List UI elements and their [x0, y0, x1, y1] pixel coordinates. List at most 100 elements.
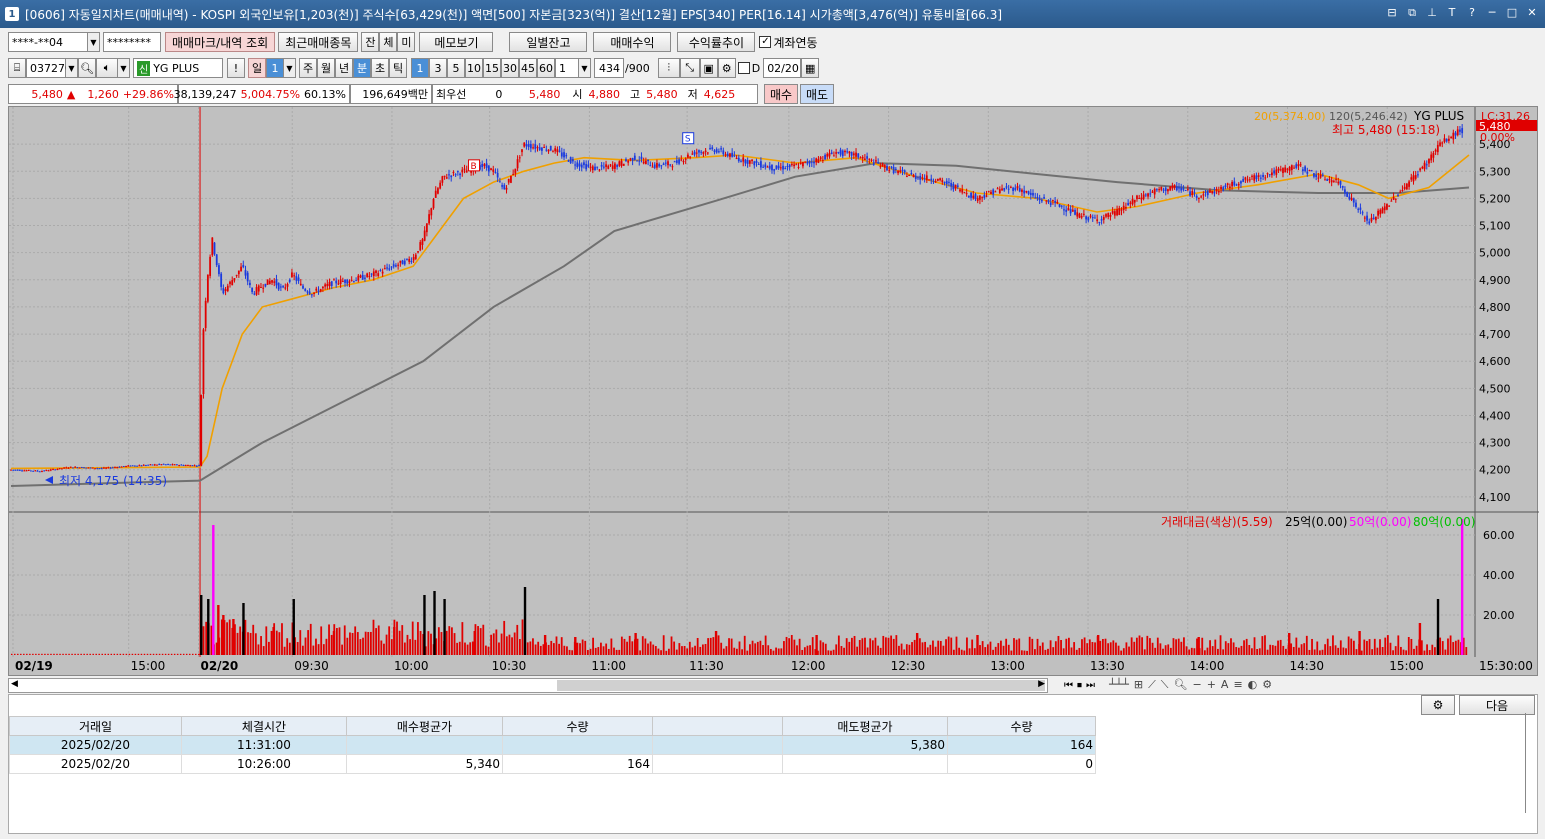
- stock-code-input[interactable]: 037270: [26, 58, 72, 78]
- code-dropdown-icon[interactable]: ▼: [66, 58, 78, 78]
- close-icon[interactable]: ✕: [1525, 6, 1539, 20]
- scroll-thumb[interactable]: [557, 679, 1045, 691]
- volume-bar: [1420, 640, 1423, 655]
- speaker-dropdown-icon[interactable]: ▼: [118, 58, 130, 78]
- line-tool-icon[interactable]: ⟋: [1148, 678, 1156, 692]
- table-settings-icon[interactable]: ⚙: [1421, 695, 1455, 715]
- interval-10-button[interactable]: 10: [465, 58, 483, 78]
- interval-15-button[interactable]: 15: [483, 58, 501, 78]
- period-year-button[interactable]: 년: [335, 58, 353, 78]
- trade-profit-button[interactable]: 매매수익: [593, 32, 672, 52]
- period-second-button[interactable]: 초: [371, 58, 389, 78]
- date-input[interactable]: 02/20: [763, 58, 802, 78]
- candle-body: [392, 264, 395, 267]
- account-input[interactable]: ****-**04: [8, 32, 88, 52]
- memo-button[interactable]: 메모보기: [419, 32, 494, 52]
- interval-3-button[interactable]: 3: [429, 58, 447, 78]
- volume-bar: [819, 640, 822, 655]
- day-dropdown-icon[interactable]: ▼: [284, 58, 296, 78]
- layout-icon[interactable]: ⊞: [1134, 678, 1143, 692]
- next-button[interactable]: 다음: [1459, 695, 1535, 715]
- chart-area[interactable]: 5,400 5,300 5,200 5,100 5,000 4,900 4,800 4,700…: [8, 106, 1539, 677]
- sell-button[interactable]: 매도: [800, 84, 834, 104]
- volume-bar: [884, 637, 887, 655]
- table-row[interactable]: 2025/02/20 11:31:00 5,380 164: [9, 735, 1096, 755]
- trend-tool-icon[interactable]: ⟍: [1161, 678, 1169, 692]
- candle-body: [1386, 204, 1388, 210]
- candle-body: [34, 470, 37, 472]
- code-search-icon[interactable]: ⌸: [8, 58, 26, 78]
- col-header[interactable]: 매수평균가: [346, 716, 503, 736]
- ruler-icon[interactable]: ┴┴┴: [1109, 678, 1129, 692]
- scroll-right-icon[interactable]: ▶: [1038, 679, 1045, 689]
- fast-forward-icon[interactable]: ⏭: [1086, 680, 1095, 691]
- buy-button[interactable]: 매수: [764, 84, 798, 104]
- col-header[interactable]: 매도평균가: [782, 716, 948, 736]
- search-icon[interactable]: 🔍︎: [78, 58, 96, 78]
- text-tool-icon[interactable]: A: [1221, 678, 1229, 692]
- zoom-icon[interactable]: 🔍︎: [1174, 678, 1188, 692]
- drawing-tool-icon[interactable]: ⤡: [679, 58, 700, 78]
- chart-scrollbar[interactable]: ◀ ▶: [8, 677, 1048, 693]
- account-dropdown-icon[interactable]: ▼: [88, 32, 100, 52]
- restore-layout-icon[interactable]: ⊟: [1385, 6, 1399, 20]
- pin-icon[interactable]: ⊥: [1425, 6, 1439, 20]
- balance-button[interactable]: 잔: [361, 32, 380, 52]
- col-header[interactable]: 수량: [947, 716, 1096, 736]
- indicator-icon[interactable]: ⫶: [657, 58, 680, 78]
- table-scrollbar[interactable]: [1525, 713, 1533, 813]
- help-icon[interactable]: ?: [1465, 6, 1479, 20]
- save-icon[interactable]: ▣: [699, 58, 718, 78]
- scroll-left-icon[interactable]: ◀: [11, 679, 18, 689]
- config-icon[interactable]: ⚙: [1262, 678, 1272, 692]
- col-header[interactable]: 거래일: [9, 716, 182, 736]
- crosshair-icon[interactable]: +: [1207, 678, 1216, 692]
- password-input[interactable]: ********: [103, 32, 161, 52]
- interval-5-button[interactable]: 5: [447, 58, 465, 78]
- unexecuted-button[interactable]: 미: [397, 32, 416, 52]
- col-header[interactable]: 수량: [502, 716, 653, 736]
- calendar-icon[interactable]: ▦: [801, 58, 820, 78]
- rewind-icon[interactable]: ⏮: [1064, 680, 1073, 691]
- volume-bar: [639, 650, 642, 655]
- interval-1-button[interactable]: 1: [411, 58, 429, 78]
- minimize-icon[interactable]: ─: [1485, 6, 1499, 20]
- fibonacci-icon[interactable]: ≡: [1233, 678, 1242, 692]
- volume-bar: [403, 642, 406, 655]
- speaker-icon[interactable]: 🔈︎: [96, 58, 118, 78]
- interval-count-input[interactable]: 1: [555, 58, 579, 78]
- table-row[interactable]: 2025/02/20 10:26:00 5,340 164 0: [9, 754, 1096, 774]
- col-header[interactable]: 체결시간: [181, 716, 347, 736]
- mark-query-button[interactable]: 매매마크/내역 조회: [165, 32, 276, 52]
- settings-gear-icon[interactable]: ⚙: [717, 58, 736, 78]
- col-header[interactable]: [652, 716, 783, 736]
- zoom-out-icon[interactable]: −: [1192, 678, 1201, 692]
- interval-45-button[interactable]: 45: [519, 58, 537, 78]
- period-day-button[interactable]: 일: [248, 58, 266, 78]
- stock-legend: YG PLUS: [1413, 109, 1464, 123]
- recent-trades-button[interactable]: 최근매매종목: [278, 32, 359, 52]
- volume-bar: [822, 642, 825, 655]
- interval-30-button[interactable]: 30: [501, 58, 519, 78]
- copy-icon[interactable]: ⧉: [1405, 6, 1419, 20]
- executed-button[interactable]: 체: [379, 32, 398, 52]
- day-count-button[interactable]: 1: [266, 58, 284, 78]
- maximize-icon[interactable]: □: [1505, 6, 1519, 20]
- alert-button[interactable]: !: [227, 58, 245, 78]
- color-icon[interactable]: ◐: [1248, 678, 1258, 692]
- profit-trend-button[interactable]: 수익률추이: [677, 32, 756, 52]
- volume: 38,139,247: [173, 87, 237, 101]
- daily-balance-button[interactable]: 일별잔고: [509, 32, 588, 52]
- stop-icon[interactable]: ⏹: [1077, 680, 1082, 691]
- link-account-checkbox[interactable]: ✓: [759, 36, 772, 48]
- period-month-button[interactable]: 월: [317, 58, 335, 78]
- price-chart-svg[interactable]: 5,4005,3005,2005,1005,0004,9004,8004,700…: [9, 107, 1539, 677]
- bar-count-input[interactable]: 434: [594, 58, 624, 78]
- period-tick-button[interactable]: 틱: [389, 58, 407, 78]
- period-minute-button[interactable]: 분: [353, 58, 371, 78]
- d-checkbox[interactable]: [737, 62, 750, 74]
- interval-count-dropdown-icon[interactable]: ▼: [579, 58, 591, 78]
- period-week-button[interactable]: 주: [299, 58, 317, 78]
- interval-60-button[interactable]: 60: [537, 58, 555, 78]
- font-icon[interactable]: T: [1445, 6, 1459, 20]
